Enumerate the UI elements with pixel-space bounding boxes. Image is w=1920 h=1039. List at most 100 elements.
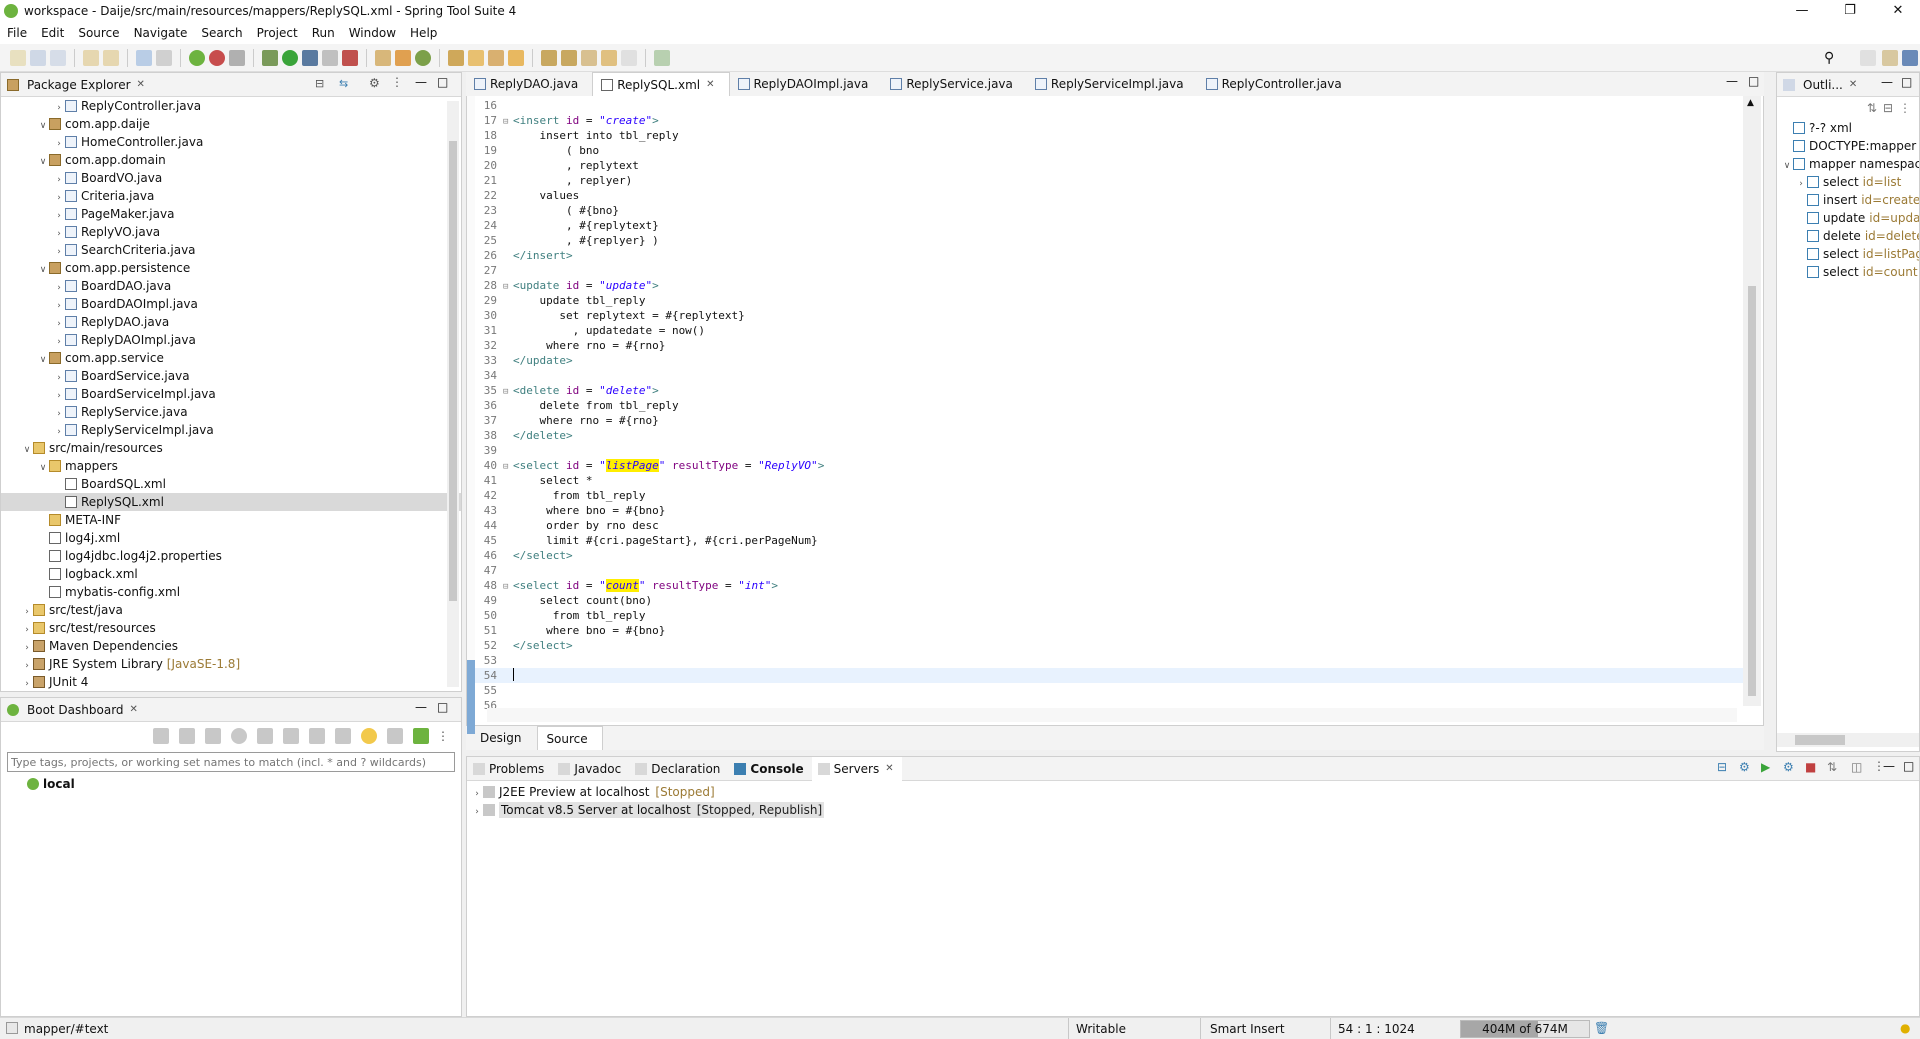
save-all-icon[interactable] <box>50 49 66 66</box>
lightbulb-icon[interactable]: ● <box>1900 1021 1910 1035</box>
tree-item[interactable]: ∨ com.app.domain <box>1 151 461 169</box>
search-folder-icon[interactable] <box>468 49 484 66</box>
outline-item[interactable]: ∨ mapper namespace <box>1777 155 1919 173</box>
search-icon[interactable]: ⚲ <box>1824 50 1834 66</box>
scrollbar-thumb[interactable] <box>449 141 457 601</box>
save-icon[interactable] <box>30 49 46 66</box>
outline-item[interactable]: update id=upda <box>1777 209 1919 227</box>
outline-item[interactable]: › select id=list <box>1777 173 1919 191</box>
code-line[interactable]: 55 <box>475 683 1745 698</box>
code-line[interactable]: 29 update tbl_reply <box>475 293 1745 308</box>
minimize-view-icon[interactable]: — <box>415 75 427 89</box>
menu-window[interactable]: Window <box>342 22 403 44</box>
code-line[interactable]: 33 </update> <box>475 353 1745 368</box>
external-tools-icon[interactable] <box>342 49 358 66</box>
close-icon[interactable]: ✕ <box>130 704 138 715</box>
restart-icon[interactable] <box>231 728 247 744</box>
maximize-view-icon[interactable]: □ <box>437 75 448 89</box>
edit-icon[interactable] <box>309 728 325 744</box>
tree-item[interactable]: log4jdbc.log4j2.properties <box>1 547 461 565</box>
editor-tab[interactable]: ReplySQL.xml ✕ <box>592 72 730 97</box>
design-tab[interactable]: Design <box>472 726 535 750</box>
tree-item[interactable]: › ReplyDAO.java <box>1 313 461 331</box>
code-line[interactable]: 24 , #{replytext} <box>475 218 1745 233</box>
code-line[interactable]: 39 <box>475 443 1745 458</box>
tree-item[interactable]: ∨ com.app.persistence <box>1 259 461 277</box>
code-line[interactable]: 22 values <box>475 188 1745 203</box>
code-line[interactable]: 41 select * <box>475 473 1745 488</box>
back-icon[interactable] <box>601 49 617 66</box>
tree-item[interactable]: ∨ mappers <box>1 457 461 475</box>
tree-item[interactable]: › PageMaker.java <box>1 205 461 223</box>
editor-tab[interactable]: ReplyDAOImpl.java <box>730 72 883 96</box>
code-line[interactable]: 42 from tbl_reply <box>475 488 1745 503</box>
close-icon[interactable]: ✕ <box>137 79 145 90</box>
view-menu-icon[interactable]: ⋮ <box>391 75 403 89</box>
chevron-right-icon[interactable]: › <box>21 675 33 691</box>
maximize-view-icon[interactable]: □ <box>437 700 448 714</box>
open-task-icon[interactable] <box>448 49 464 66</box>
code-line[interactable]: 31 , updatedate = now() <box>475 323 1745 338</box>
outline-tab[interactable]: Outli... <box>1799 78 1843 92</box>
outline-item[interactable]: delete id=delete <box>1777 227 1919 245</box>
tree-item[interactable]: › Maven Dependencies <box>1 637 461 655</box>
code-line[interactable]: 36 delete from tbl_reply <box>475 398 1745 413</box>
tree-item[interactable]: › BoardVO.java <box>1 169 461 187</box>
code-line[interactable]: 20 , replytext <box>475 158 1745 173</box>
minimize-button[interactable]: — <box>1780 0 1824 22</box>
terminate-icon[interactable] <box>229 49 245 66</box>
expose-icon[interactable] <box>387 728 403 744</box>
code-line[interactable]: 54 <box>475 668 1745 683</box>
boot-dashboard-tab[interactable]: Boot Dashboard <box>23 703 124 717</box>
maximize-view-icon[interactable]: □ <box>1901 75 1912 89</box>
outline-item[interactable]: insert id=create <box>1777 191 1919 209</box>
bottom-tab[interactable]: Declaration <box>629 757 728 781</box>
java-ee-perspective-icon[interactable] <box>1882 50 1898 66</box>
code-line[interactable]: 30 set replytext = #{replytext} <box>475 308 1745 323</box>
maximize-view-icon[interactable]: □ <box>1748 74 1759 88</box>
code-line[interactable]: 25 , #{replyer} ) <box>475 233 1745 248</box>
outline-item[interactable]: ?-? xml <box>1777 119 1919 137</box>
outline-item[interactable]: select id=listPag <box>1777 245 1919 263</box>
source-tab[interactable]: Source <box>537 726 603 750</box>
publish-icon[interactable]: ⇅ <box>1827 760 1837 774</box>
tree-item[interactable]: logback.xml <box>1 565 461 583</box>
stop-server-icon[interactable]: ■ <box>1805 760 1816 774</box>
bottom-tab[interactable]: Console <box>728 757 811 781</box>
chevron-right-icon[interactable]: › <box>471 803 483 821</box>
code-line[interactable]: 18 insert into tbl_reply <box>475 128 1745 143</box>
start-icon[interactable] <box>153 728 169 744</box>
local-target[interactable]: local <box>1 774 461 794</box>
profile-server-icon[interactable]: ⚙ <box>1783 760 1794 774</box>
trash-icon[interactable]: 🗑 <box>1594 1021 1609 1035</box>
debug-server-icon[interactable]: ⚙ <box>1739 760 1750 774</box>
xml-editor[interactable]: 16 17 ⊟ <insert id = "create"> 18 insert int… <box>466 96 1764 734</box>
tree-item[interactable]: ∨ src/main/resources <box>1 439 461 457</box>
tree-item[interactable]: › BoardDAOImpl.java <box>1 295 461 313</box>
tree-item[interactable]: › BoardService.java <box>1 367 461 385</box>
scroll-up-icon[interactable]: ▲ <box>1747 98 1754 108</box>
minimize-view-icon[interactable]: — <box>415 700 427 714</box>
disconnect-icon[interactable]: ◫ <box>1851 760 1862 774</box>
editor-horizontal-scrollbar[interactable] <box>487 708 1737 722</box>
start-server-icon[interactable]: ▶ <box>1761 760 1770 774</box>
code-line[interactable]: 21 , replyer) <box>475 173 1745 188</box>
bottom-tab[interactable]: Javadoc <box>552 757 629 781</box>
close-icon[interactable]: ✕ <box>706 73 714 97</box>
code-line[interactable]: 53 <box>475 653 1745 668</box>
collapse-all-icon[interactable]: ⊟ <box>1883 101 1893 115</box>
package-explorer-tab[interactable]: Package Explorer <box>23 78 131 92</box>
code-line[interactable]: 50 from tbl_reply <box>475 608 1745 623</box>
menu-file[interactable]: File <box>0 22 34 44</box>
editor-tab[interactable]: ReplyServiceImpl.java <box>1027 72 1198 96</box>
code-line[interactable]: 32 where rno = #{rno} <box>475 338 1745 353</box>
open-perspective-icon[interactable] <box>1860 50 1876 66</box>
prev-annotation-icon[interactable] <box>561 49 577 66</box>
editor-tab[interactable]: ReplyService.java <box>882 72 1027 96</box>
forward-icon[interactable] <box>621 49 637 66</box>
lightbulb-icon[interactable] <box>361 728 377 744</box>
pen-icon[interactable] <box>488 49 504 66</box>
tree-item[interactable]: › ReplyService.java <box>1 403 461 421</box>
tree-item[interactable]: BoardSQL.xml <box>1 475 461 493</box>
view-menu-icon[interactable]: ⋮ <box>437 729 449 743</box>
